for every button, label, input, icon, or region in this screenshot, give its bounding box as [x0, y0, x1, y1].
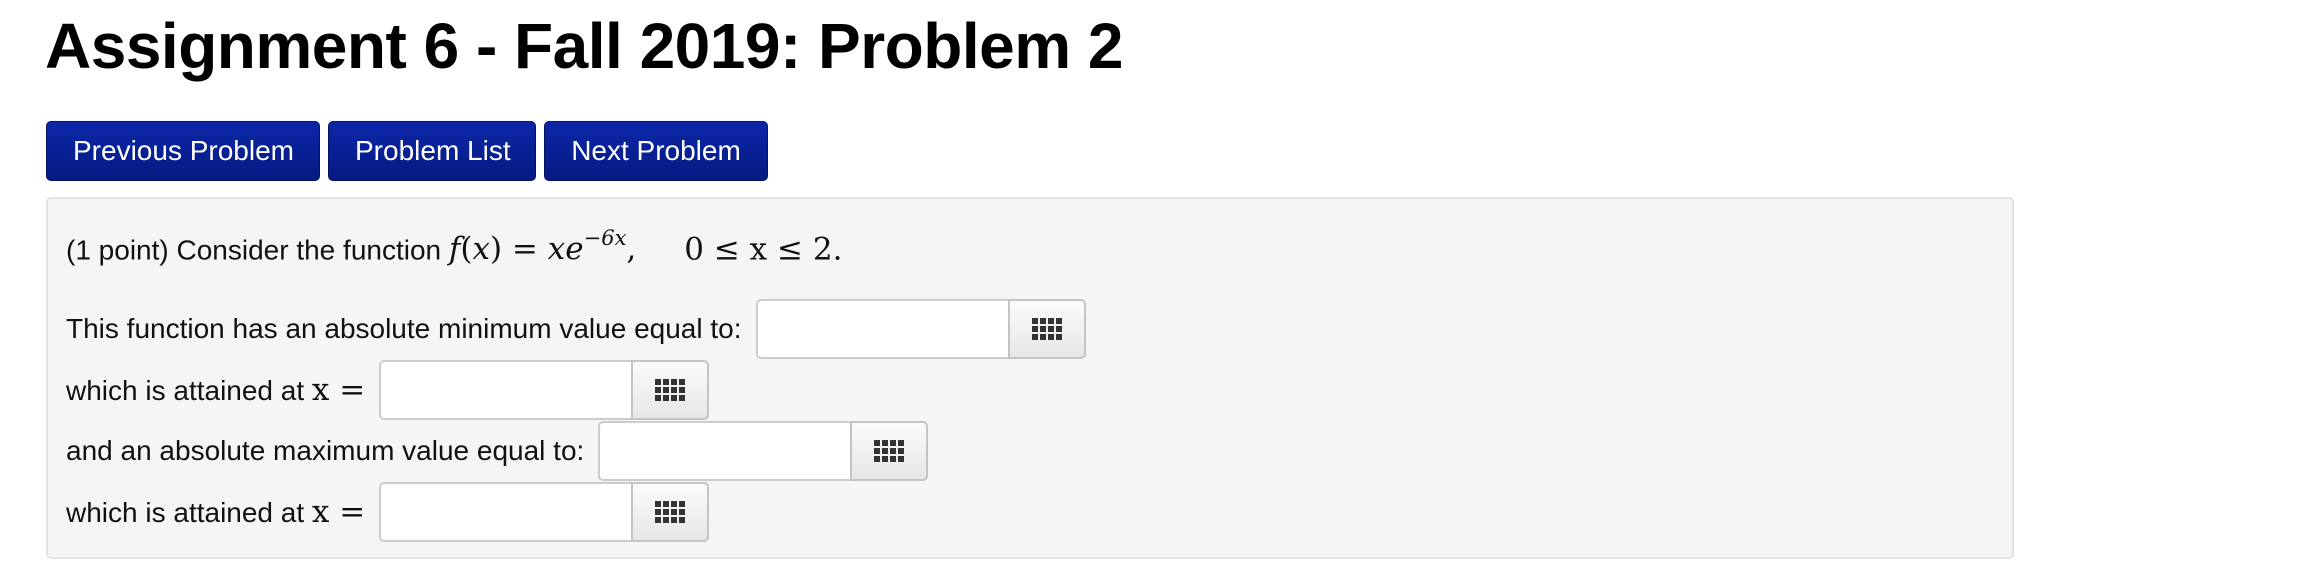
answer-math-suffix: x = [311, 371, 366, 408]
math-keypad-button[interactable] [1007, 299, 1086, 359]
function-variable: x [472, 231, 490, 268]
math-keypad-button[interactable] [631, 360, 710, 420]
minimum-value-input[interactable] [755, 299, 1008, 359]
minimum-location-input[interactable] [379, 360, 632, 420]
function-rhs-base: xe [547, 231, 584, 268]
answer-group [755, 299, 1086, 359]
answer-row-maximum-value: and an absolute maximum value equal to: [66, 421, 929, 481]
answer-row-maximum-location: which is attained at x = [66, 482, 710, 542]
maximum-location-input[interactable] [379, 482, 632, 542]
keypad-grid-icon [655, 501, 686, 523]
problem-body: (1 point) Consider the function f(x) = x… [46, 197, 2014, 559]
function-exponent: −6x [583, 226, 627, 250]
answer-row-minimum-location: which is attained at x = [66, 360, 710, 420]
answer-row-minimum-value: This function has an absolute minimum va… [66, 299, 1086, 359]
function-equals: = [511, 231, 538, 268]
math-keypad-button[interactable] [631, 482, 710, 542]
answer-group [379, 360, 710, 420]
problem-points: (1 point) [66, 234, 169, 266]
page-title: Assignment 6 - Fall 2019: Problem 2 [45, 10, 1123, 82]
problem-navigation: Previous Problem Problem List Next Probl… [46, 121, 768, 181]
answer-math-suffix: x = [311, 493, 366, 530]
next-problem-button[interactable]: Next Problem [544, 121, 768, 181]
problem-list-button[interactable]: Problem List [328, 121, 536, 181]
keypad-grid-icon [655, 379, 686, 401]
answer-label: which is attained at x = [66, 493, 366, 530]
function-domain: 0 ≤ x ≤ 2. [684, 231, 843, 268]
answer-group [379, 482, 710, 542]
keypad-grid-icon [874, 440, 905, 462]
previous-problem-button[interactable]: Previous Problem [46, 121, 320, 181]
keypad-grid-icon [1031, 318, 1062, 340]
problem-intro-text: Consider the function [176, 234, 442, 266]
math-keypad-button[interactable] [850, 421, 929, 481]
function-formula: f(x) = xe−6x, [448, 226, 637, 268]
answer-label: This function has an absolute minimum va… [66, 313, 742, 344]
maximum-value-input[interactable] [598, 421, 851, 481]
answer-label: and an absolute maximum value equal to: [66, 435, 585, 466]
function-name: f [448, 231, 461, 268]
answer-group [598, 421, 929, 481]
problem-statement: (1 point) Consider the function f(x) = x… [66, 219, 842, 272]
answer-label: which is attained at x = [66, 371, 366, 408]
